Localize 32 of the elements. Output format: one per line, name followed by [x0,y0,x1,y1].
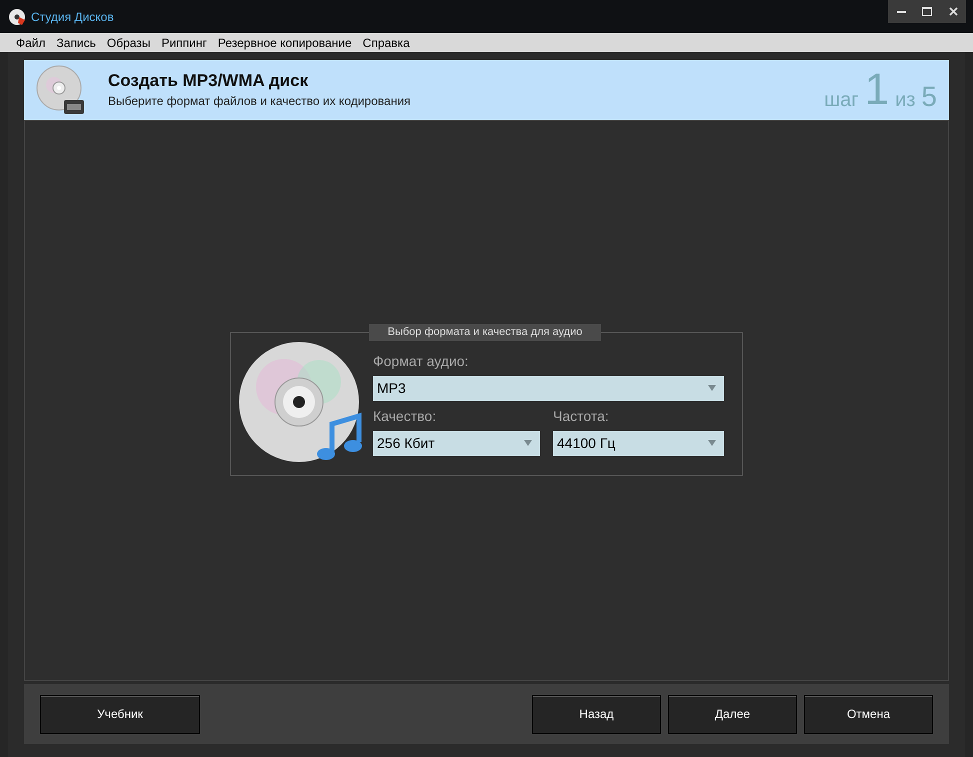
app-logo-icon [8,8,26,26]
menu-item[interactable]: Файл [16,34,46,52]
button[interactable]: Учебник [40,694,200,734]
page-subtitle: Выберите формат файлов и качество их кодирования [108,93,411,110]
dropdown[interactable]: MP3 [373,376,724,400]
disc-icon [36,65,86,115]
step-total: 5 [921,82,937,112]
button[interactable]: Далее [668,694,797,734]
step-label: шаг [824,88,859,112]
button[interactable]: Отмена [804,694,933,734]
dropdown[interactable]: 44100 Гц [553,430,724,456]
field-label: Качество: [373,406,438,424]
menu-item[interactable]: Резервное копирование [218,34,352,52]
minimize-icon [896,10,906,13]
caret-icon [524,440,532,446]
field-label: Формат аудио: [373,352,470,370]
menu-item[interactable]: Риппинг [161,34,207,52]
dropdown[interactable]: 256 Кбит [373,430,540,456]
close-icon [948,7,958,16]
menu-item[interactable]: Запись [56,34,96,52]
caret-icon [708,440,716,446]
window-title: Студия Дисков [31,8,114,26]
page-title: Создать MP3/WMA диск [108,70,310,92]
button[interactable]: Назад [532,694,661,734]
field-label: Частота: [553,406,610,424]
maximize-icon [922,7,932,16]
group-title: Выбор формата и качества для аудио [369,324,601,340]
step-of-label: из [895,88,916,112]
step-number: 1 [864,68,890,112]
menu-item[interactable]: Справка [362,34,410,52]
menu-item[interactable]: Образы [106,34,150,52]
caret-icon [708,385,716,391]
